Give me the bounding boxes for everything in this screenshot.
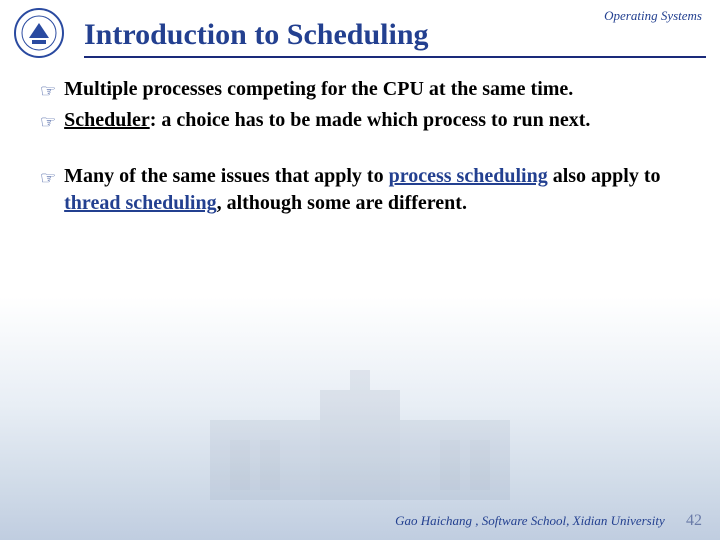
title-container: Introduction to Scheduling (84, 18, 706, 58)
bullet-text: Scheduler: a choice has to be made which… (64, 107, 590, 134)
bullet-item: ☞ Scheduler: a choice has to be made whi… (40, 107, 690, 134)
bullet-text: Multiple processes competing for the CPU… (64, 76, 573, 103)
footer-author: Gao Haichang , Software School, Xidian U… (395, 513, 665, 528)
slide-content: ☞ Multiple processes competing for the C… (0, 58, 720, 217)
pointing-hand-icon: ☞ (40, 110, 56, 134)
slide-header: Introduction to Scheduling Operating Sys… (0, 0, 720, 58)
course-label: Operating Systems (604, 8, 702, 24)
pointing-hand-icon: ☞ (40, 79, 56, 103)
text-segment: also apply to (548, 165, 661, 187)
bullet-item: ☞ Multiple processes competing for the C… (40, 76, 690, 103)
university-seal-logo (14, 8, 64, 58)
underlined-term: Scheduler (64, 109, 150, 131)
slide-footer: Gao Haichang , Software School, Xidian U… (395, 512, 702, 530)
text-segment: , although some are different. (217, 192, 467, 214)
bullet-text: Many of the same issues that apply to pr… (64, 163, 690, 217)
pointing-hand-icon: ☞ (40, 166, 56, 190)
bullet-item: ☞ Many of the same issues that apply to … (40, 163, 690, 217)
page-number: 42 (686, 512, 702, 529)
link-process-scheduling[interactable]: process scheduling (389, 165, 548, 187)
background-building-image (150, 360, 570, 510)
link-thread-scheduling[interactable]: thread scheduling (64, 192, 216, 214)
text-segment: Many of the same issues that apply to (64, 165, 388, 187)
bullet-rest: : a choice has to be made which process … (150, 109, 591, 131)
